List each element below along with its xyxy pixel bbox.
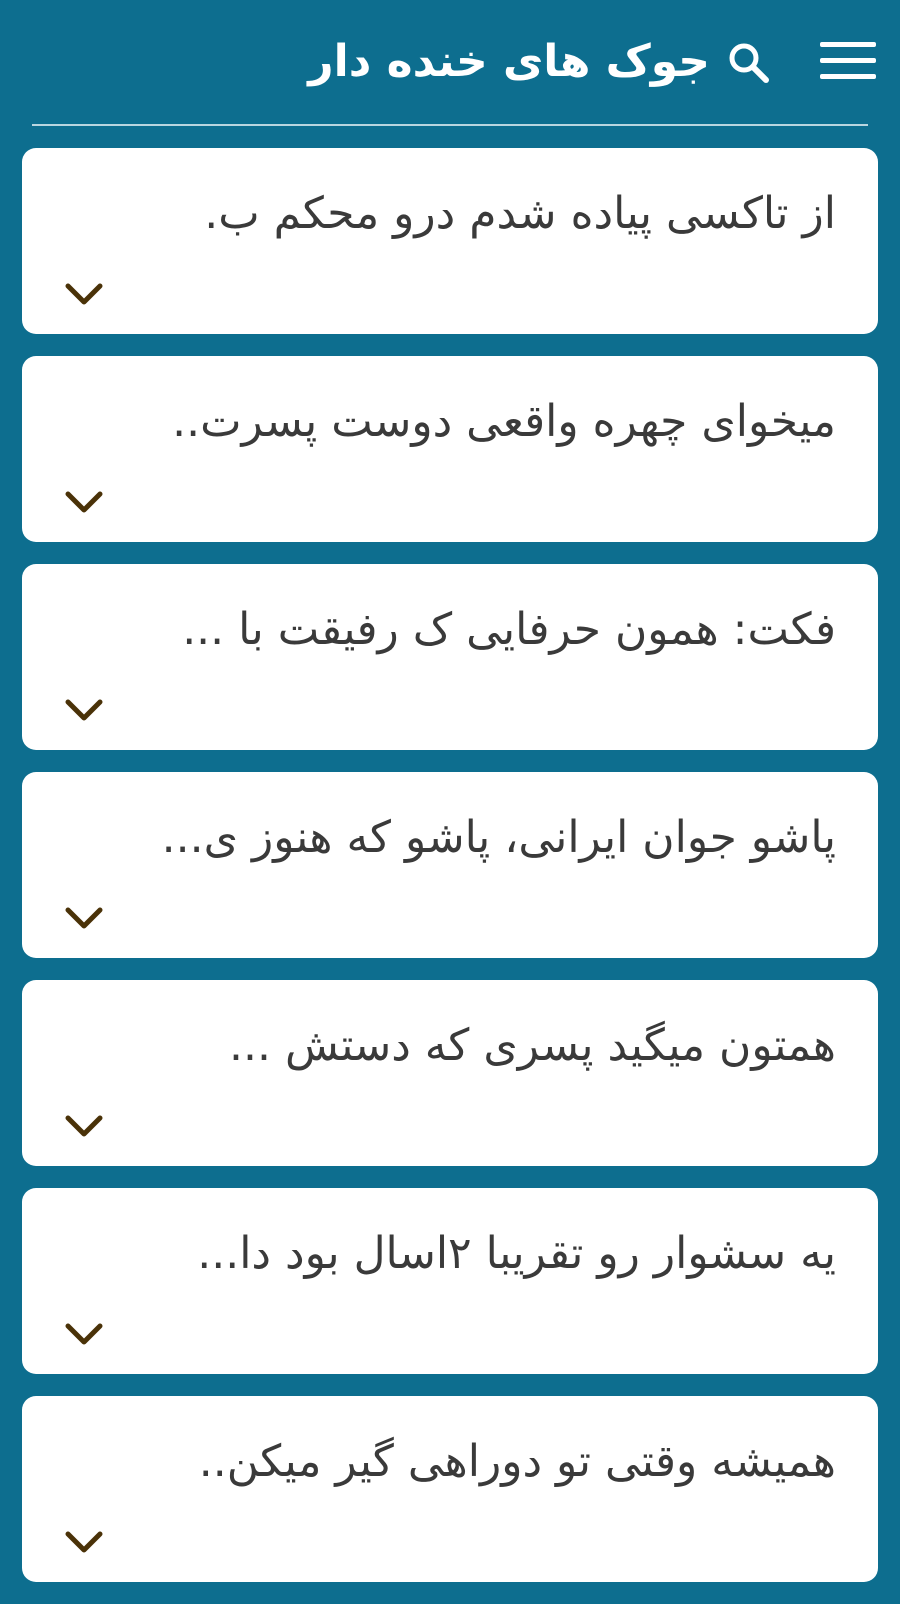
menu-line (820, 74, 876, 79)
joke-card[interactable]: میخوای چهره واقعی دوست پسرت.. (22, 356, 878, 542)
app-screen: جوک های خنده دار از تاکسی پیاده شدم درو … (0, 0, 900, 1600)
app-header: جوک های خنده دار (0, 0, 900, 126)
joke-preview-text: از تاکسی پیاده شدم درو محکم ب. (204, 188, 836, 239)
menu-line (820, 42, 876, 47)
joke-preview-text: میخوای چهره واقعی دوست پسرت.. (172, 396, 836, 447)
chevron-down-icon[interactable] (64, 280, 104, 310)
joke-preview-text: یه سشوار رو تقریبا ۲اسال بود دا... (197, 1228, 836, 1279)
menu-line (820, 58, 876, 63)
joke-card[interactable]: از تاکسی پیاده شدم درو محکم ب. (22, 148, 878, 334)
joke-card[interactable]: یه سشوار رو تقریبا ۲اسال بود دا... (22, 1188, 878, 1374)
joke-list: از تاکسی پیاده شدم درو محکم ب. میخوای چه… (22, 148, 878, 1604)
joke-preview-text: همیشه وقتی تو دوراهی گیر میکن.. (198, 1436, 836, 1487)
chevron-down-icon[interactable] (64, 696, 104, 726)
joke-preview-text: فکت: همون حرفایی ک رفیقت با ... (182, 604, 836, 655)
chevron-down-icon[interactable] (64, 904, 104, 934)
search-icon[interactable] (726, 40, 772, 86)
chevron-down-icon[interactable] (64, 1528, 104, 1558)
joke-preview-text: پاشو جوان ایرانی، پاشو که هنوز ی... (161, 812, 836, 863)
header-divider (32, 124, 868, 126)
hamburger-menu-icon[interactable] (820, 40, 878, 82)
joke-card[interactable]: فکت: همون حرفایی ک رفیقت با ... (22, 564, 878, 750)
chevron-down-icon[interactable] (64, 1112, 104, 1142)
page-title: جوک های خنده دار (308, 36, 710, 87)
joke-preview-text: همتون میگید پسری که دستش ... (229, 1020, 836, 1071)
chevron-down-icon[interactable] (64, 488, 104, 518)
chevron-down-icon[interactable] (64, 1320, 104, 1350)
joke-card[interactable]: همیشه وقتی تو دوراهی گیر میکن.. (22, 1396, 878, 1582)
joke-card[interactable]: پاشو جوان ایرانی، پاشو که هنوز ی... (22, 772, 878, 958)
joke-card[interactable]: همتون میگید پسری که دستش ... (22, 980, 878, 1166)
